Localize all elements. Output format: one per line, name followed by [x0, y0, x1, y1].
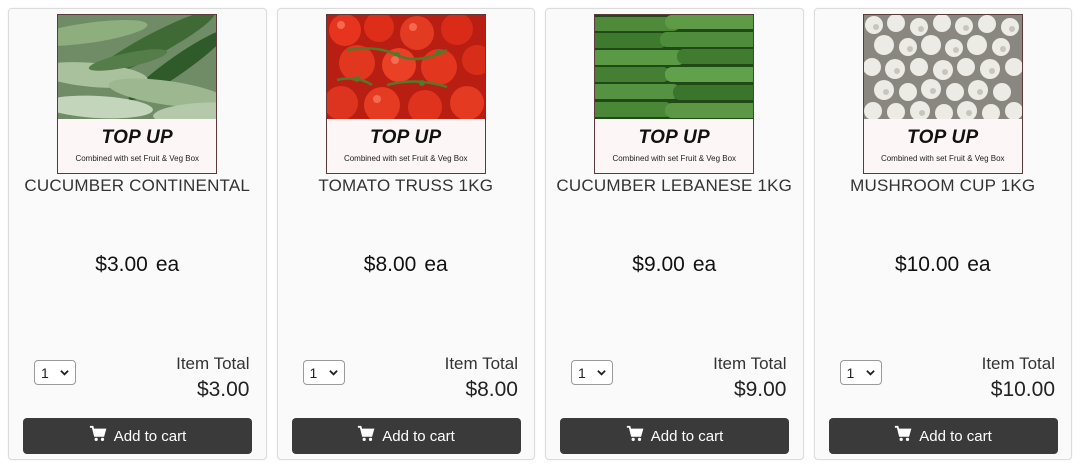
add-to-cart-button[interactable]: Add to cart: [828, 418, 1058, 454]
quantity-select[interactable]: 1: [34, 360, 76, 385]
item-total-value: $10.00: [990, 378, 1055, 401]
add-to-cart-button[interactable]: Add to cart: [291, 418, 521, 454]
quantity-value: 1: [578, 364, 586, 381]
top-up-title: TOP UP: [907, 127, 979, 148]
product-image[interactable]: TOP UP Combined with set Fruit & Veg Box: [57, 14, 218, 174]
cucumber-lebanese-photo: [595, 15, 754, 119]
product-price: $10.00 ea: [815, 253, 1072, 277]
top-up-title: TOP UP: [101, 127, 173, 148]
top-up-subtitle: Combined with set Fruit & Veg Box: [75, 154, 200, 163]
quantity-value: 1: [309, 364, 318, 381]
top-up-badge: TOP UP Combined with set Fruit & Veg Box: [863, 119, 1022, 173]
product-name[interactable]: TOMATO TRUSS 1KG: [278, 176, 535, 196]
price-value: $10.00: [894, 253, 960, 276]
price-value: $3.00: [95, 253, 148, 276]
shopping-cart-icon: [89, 425, 107, 442]
cucumber-continental-photo: [58, 15, 217, 119]
product-card-cucumber-lebanese: TOP UP Combined with set Fruit & Veg Box…: [545, 8, 804, 460]
tomato-truss-photo: [326, 15, 485, 119]
top-up-badge: TOP UP Combined with set Fruit & Veg Box: [326, 119, 485, 173]
top-up-badge: TOP UP Combined with set Fruit & Veg Box: [58, 119, 217, 173]
price-value: $9.00: [632, 253, 685, 276]
shopping-cart-icon: [358, 425, 375, 442]
price-unit: ea: [967, 253, 991, 276]
product-name[interactable]: CUCUMBER LEBANESE 1KG: [546, 176, 803, 196]
shopping-cart-icon: [895, 425, 912, 442]
item-total-value: $9.00: [733, 378, 787, 401]
item-total-label: Item Total: [713, 354, 787, 373]
add-to-cart-button[interactable]: Add to cart: [23, 418, 252, 454]
price-value: $8.00: [363, 253, 417, 276]
quantity-value: 1: [846, 364, 855, 381]
chevron-down-icon: [60, 370, 69, 376]
top-up-subtitle: Combined with set Fruit & Veg Box: [880, 154, 1005, 163]
top-up-badge: TOP UP Combined with set Fruit & Veg Box: [595, 119, 754, 173]
product-card-tomato-truss: TOP UP Combined with set Fruit & Veg Box…: [276, 8, 535, 460]
add-to-cart-label: Add to cart: [113, 427, 187, 445]
add-to-cart-button[interactable]: Add to cart: [560, 418, 789, 454]
product-price: $8.00 ea: [278, 253, 535, 277]
product-grid: TOP UP Combined with set Fruit & Veg Box…: [8, 8, 1072, 460]
chevron-down-icon: [328, 370, 338, 376]
product-price: $3.00 ea: [9, 253, 266, 277]
add-to-cart-label: Add to cart: [382, 427, 455, 445]
top-up-subtitle: Combined with set Fruit & Veg Box: [343, 154, 468, 163]
price-unit: ea: [692, 253, 717, 276]
item-total-value: $3.00: [196, 378, 250, 401]
product-name[interactable]: CUCUMBER CONTINENTAL: [9, 176, 266, 196]
product-price: $9.00 ea: [546, 253, 803, 277]
add-to-cart-label: Add to cart: [919, 427, 992, 445]
add-to-cart-label: Add to cart: [650, 427, 724, 445]
chevron-down-icon: [597, 370, 606, 376]
mushroom-cup-photo: [863, 15, 1022, 119]
quantity-select[interactable]: 1: [571, 360, 613, 385]
item-total-label: Item Total: [444, 354, 518, 373]
chevron-down-icon: [865, 370, 875, 376]
quantity-value: 1: [41, 364, 49, 381]
quantity-select[interactable]: 1: [302, 360, 345, 385]
item-total-value: $8.00: [465, 378, 518, 401]
product-image[interactable]: TOP UP Combined with set Fruit & Veg Box: [862, 14, 1023, 174]
shopping-cart-icon: [626, 425, 644, 442]
top-up-title: TOP UP: [370, 127, 442, 148]
product-image[interactable]: TOP UP Combined with set Fruit & Veg Box: [325, 14, 486, 174]
price-unit: ea: [155, 253, 180, 276]
quantity-select[interactable]: 1: [839, 360, 882, 385]
product-image[interactable]: TOP UP Combined with set Fruit & Veg Box: [594, 14, 755, 174]
product-card-mushroom-cup: TOP UP Combined with set Fruit & Veg Box…: [813, 8, 1072, 460]
item-total-label: Item Total: [176, 354, 250, 373]
product-name[interactable]: MUSHROOM CUP 1KG: [815, 176, 1072, 196]
product-card-cucumber-continental: TOP UP Combined with set Fruit & Veg Box…: [8, 8, 267, 460]
item-total-label: Item Total: [981, 354, 1055, 373]
top-up-title: TOP UP: [638, 127, 710, 148]
top-up-subtitle: Combined with set Fruit & Veg Box: [612, 154, 737, 163]
price-unit: ea: [424, 253, 448, 276]
